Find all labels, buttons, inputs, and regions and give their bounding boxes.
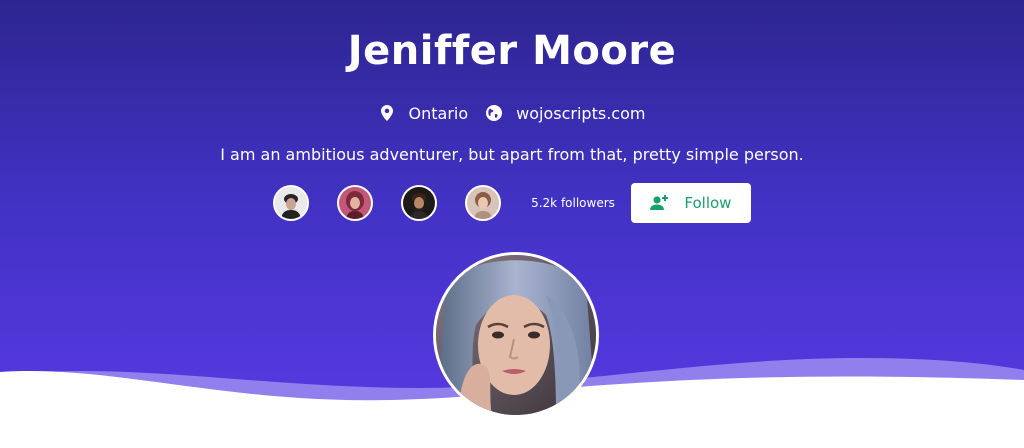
- user-plus-icon: [650, 193, 670, 213]
- social-row: 5.2k followers Follow: [0, 183, 1024, 223]
- follow-button[interactable]: Follow: [630, 183, 751, 223]
- map-pin-icon: [379, 105, 395, 121]
- profile-avatar: [433, 252, 599, 418]
- follower-avatar[interactable]: [337, 185, 374, 221]
- website-link[interactable]: wojoscripts.com: [516, 104, 645, 123]
- follow-label: Follow: [684, 194, 732, 212]
- follower-avatar[interactable]: [401, 185, 438, 221]
- followers-count: 5.2k followers: [531, 196, 615, 210]
- follower-avatar[interactable]: [465, 185, 502, 221]
- follower-avatar[interactable]: [273, 185, 310, 221]
- profile-header: Jeniffer Moore Ontario wojoscripts.com I…: [0, 0, 1024, 448]
- profile-name: Jeniffer Moore: [347, 28, 677, 74]
- globe-icon: [486, 105, 503, 121]
- profile-meta: Ontario wojoscripts.com: [0, 101, 1024, 125]
- location-text: Ontario: [408, 103, 469, 123]
- profile-bio: I am an ambitious adventurer, but apart …: [220, 145, 804, 164]
